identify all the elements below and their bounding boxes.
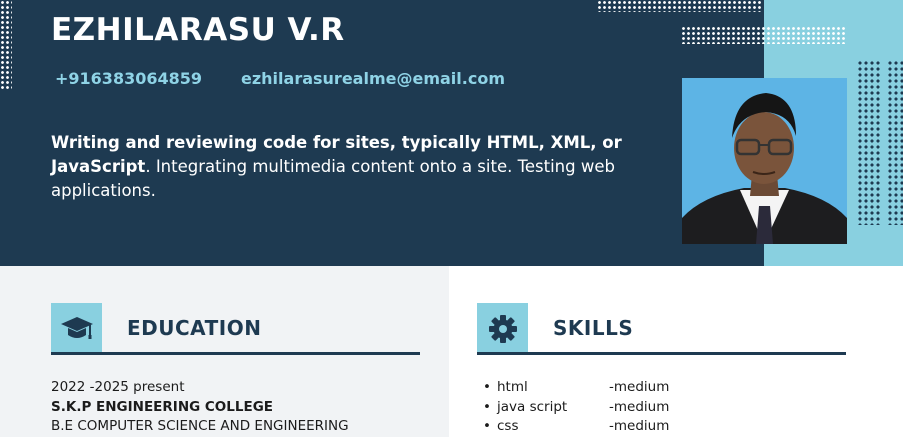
education-years: 2022 -2025 present: [51, 379, 185, 395]
skills-heading: SKILLS: [553, 316, 634, 340]
gear-icon: [488, 314, 517, 343]
skill-name: css: [497, 418, 519, 434]
bullet-icon: •: [483, 418, 491, 434]
education-divider: [51, 352, 420, 355]
skill-name: java script: [497, 399, 568, 415]
skills-divider: [477, 352, 846, 355]
skill-level: -medium: [609, 399, 670, 415]
person-name: EZHILARASU V.R: [51, 12, 345, 48]
decorative-dots-row: [681, 26, 846, 44]
skill-name: html: [497, 379, 528, 395]
email-address[interactable]: ezhilarasurealme@email.com: [241, 69, 505, 88]
education-degree: B.E COMPUTER SCIENCE AND ENGINEERING: [51, 418, 349, 434]
education-icon-box: [51, 303, 102, 354]
skills-icon-box: [477, 303, 528, 354]
profile-summary: Writing and reviewing code for sites, ty…: [51, 131, 651, 203]
education-heading: EDUCATION: [127, 316, 262, 340]
profile-photo: [682, 78, 847, 244]
graduation-cap-icon: [60, 316, 93, 339]
decorative-dots-right-1: [857, 60, 881, 225]
skill-level: -medium: [609, 379, 670, 395]
bullet-icon: •: [483, 379, 491, 395]
decorative-dots-top: [597, 0, 762, 12]
bullet-icon: •: [483, 399, 491, 415]
decorative-dots-left: [0, 0, 12, 90]
decorative-dots-right-2: [887, 60, 903, 225]
skill-level: -medium: [609, 418, 670, 434]
phone-number[interactable]: +916383064859: [55, 69, 202, 88]
education-college: S.K.P ENGINEERING COLLEGE: [51, 399, 274, 415]
